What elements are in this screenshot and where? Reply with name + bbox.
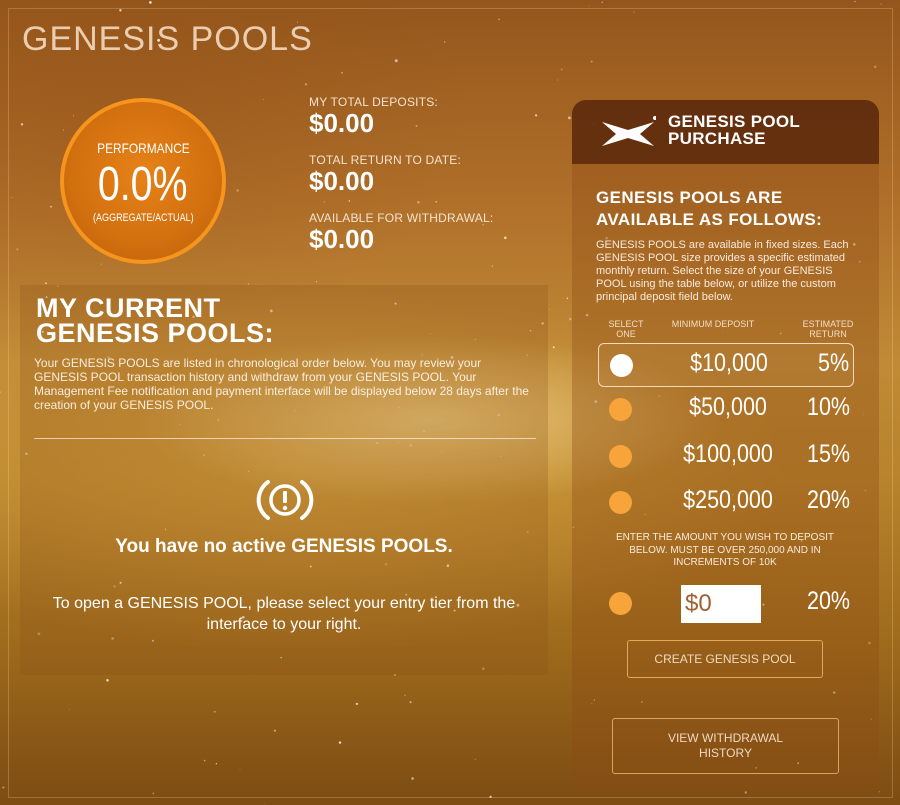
purchase-header-line2: PURCHASE [668, 129, 766, 148]
tier-amount: $250,000 [683, 486, 773, 514]
create-genesis-pool-button[interactable]: CREATE GENESIS POOL [627, 640, 823, 678]
star [588, 5, 590, 7]
current-pools-description: Your GENESIS POOLS are listed in chronol… [34, 356, 529, 412]
stat-value: $0.00 [309, 108, 375, 138]
tier-row-100000[interactable]: $100,000 15% [598, 435, 854, 479]
star [2, 786, 5, 789]
stat-label: TOTAL RETURN TO DATE: [309, 153, 461, 167]
tier-return: 5% [817, 349, 849, 377]
alert-icon [256, 480, 314, 520]
performance-sublabel: (AGGREGATE/ACTUAL) [92, 212, 194, 224]
custom-deposit-radio[interactable] [609, 592, 632, 615]
tier-row-50000[interactable]: $50,000 10% [598, 388, 854, 432]
star [601, 1, 603, 3]
tier-radio[interactable] [609, 445, 632, 468]
view-withdrawal-history-button[interactable]: VIEW WITHDRAWAL HISTORY [612, 718, 839, 774]
purchase-header-title: GENESIS POOL PURCHASE [668, 113, 800, 147]
star [149, 1, 152, 4]
tier-return: 20% [806, 486, 850, 514]
stat-label: MY TOTAL DEPOSITS: [309, 95, 438, 109]
available-title-line2: AVAILABLE AS FOLLOWS: [596, 210, 823, 229]
tier-row-250000[interactable]: $250,000 20% [598, 481, 854, 525]
custom-deposit-note: ENTER THE AMOUNT YOU WISH TO DEPOSIT BEL… [616, 532, 834, 568]
tier-radio[interactable] [609, 491, 632, 514]
tier-radio[interactable] [610, 354, 633, 377]
tier-amount: $50,000 [689, 393, 767, 421]
current-pools-title: MY CURRENT GENESIS POOLS: [36, 295, 275, 348]
column-header-minimum: MINIMUM DEPOSIT [671, 319, 755, 329]
available-title-line1: GENESIS POOLS ARE [596, 188, 783, 207]
performance-badge: PERFORMANCE 0.0% (AGGREGATE/ACTUAL) [60, 98, 226, 264]
tier-row-10000[interactable]: $10,000 5% [598, 343, 854, 387]
star [264, 803, 266, 805]
open-pool-hint: To open a GENESIS POOL, please select yo… [52, 595, 516, 633]
star [0, 391, 1, 394]
performance-label: PERFORMANCE [96, 140, 190, 156]
custom-deposit-input[interactable] [681, 585, 761, 623]
tier-return: 15% [806, 440, 850, 468]
column-header-select-line1: SELECT [608, 319, 644, 329]
current-pools-title-line2: GENESIS POOLS: [36, 318, 275, 348]
column-header-return-line2: RETURN [809, 329, 847, 339]
available-description: GENESIS POOLS are available in fixed siz… [596, 239, 849, 303]
performance-value: 0.0% [98, 158, 188, 211]
divider [34, 438, 536, 439]
stat-value: $0.00 [309, 224, 375, 254]
page-title: GENESIS POOLS [22, 20, 313, 58]
star [854, 0, 856, 3]
column-header-select-line2: ONE [616, 329, 636, 339]
stat-total-return: TOTAL RETURN TO DATE: $0.00 [309, 153, 461, 195]
genesis-logo-icon [602, 116, 656, 146]
tier-radio[interactable] [609, 398, 632, 421]
stat-label: AVAILABLE FOR WITHDRAWAL: [309, 211, 494, 225]
tier-return: 10% [806, 393, 850, 421]
tier-amount: $10,000 [690, 349, 768, 377]
column-header-select: SELECT ONE [604, 319, 648, 339]
column-header-return-line1: ESTIMATED [802, 319, 854, 329]
stat-available-withdrawal: AVAILABLE FOR WITHDRAWAL: $0.00 [309, 211, 493, 253]
column-header-return: ESTIMATED RETURN [796, 319, 860, 339]
star [880, 3, 882, 5]
custom-deposit-return: 20% [806, 587, 850, 615]
available-title: GENESIS POOLS ARE AVAILABLE AS FOLLOWS: [596, 187, 822, 231]
no-pools-message: You have no active GENESIS POOLS. [115, 536, 453, 557]
purchase-header-line1: GENESIS POOL [668, 112, 801, 131]
tier-amount: $100,000 [683, 440, 773, 468]
stat-value: $0.00 [309, 166, 375, 196]
stat-total-deposits: MY TOTAL DEPOSITS: $0.00 [309, 95, 438, 137]
